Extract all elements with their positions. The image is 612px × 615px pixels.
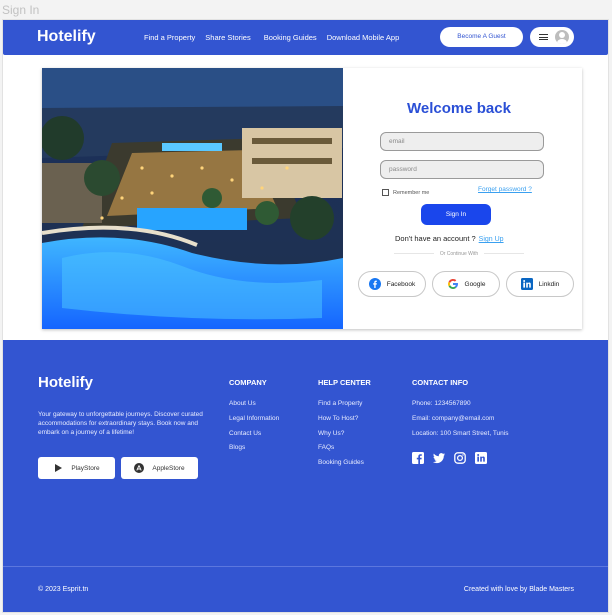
login-form: Welcome back email password Remember me …: [343, 68, 582, 329]
footer-logo[interactable]: Hotelify: [38, 374, 93, 391]
contact-info-heading: CONTACT INFO: [412, 378, 469, 387]
sign-in-button[interactable]: Sign In: [421, 204, 491, 225]
credit-text: Created with love by Blade Masters: [463, 586, 574, 593]
contact-location: Location: 100 Smart Street, Tunis: [412, 430, 509, 437]
nav-booking-guides[interactable]: Booking Guides: [264, 33, 317, 42]
password-field[interactable]: password: [380, 160, 544, 179]
remember-me[interactable]: Remember me: [382, 189, 429, 196]
page-shell: Hotelify Find a Property Share Stories B…: [2, 19, 609, 613]
company-heading: COMPANY: [229, 378, 267, 387]
footer-link-find-property[interactable]: Find a Property: [318, 400, 362, 407]
help-center-heading: HELP CENTER: [318, 378, 371, 387]
footer: Hotelify Your gateway to unforgettable j…: [3, 340, 608, 612]
remember-checkbox[interactable]: [382, 189, 389, 196]
linkedin-label: Linkdin: [538, 280, 560, 288]
footer-divider: [3, 566, 608, 567]
linkedin-icon[interactable]: [475, 451, 487, 464]
instagram-icon[interactable]: [454, 451, 466, 464]
facebook-icon: [368, 278, 381, 290]
top-navbar: Hotelify Find a Property Share Stories B…: [3, 20, 608, 55]
footer-social-icons: [412, 451, 496, 464]
footer-link-contact[interactable]: Contact Us: [229, 430, 261, 437]
forgot-password-link[interactable]: Forget password ?: [478, 186, 532, 193]
google-label: Google: [464, 280, 486, 288]
footer-tagline: Your gateway to unforgettable journeys. …: [38, 411, 203, 436]
google-login-button[interactable]: Google: [432, 271, 500, 297]
facebook-icon[interactable]: [412, 451, 424, 464]
footer-link-why-us[interactable]: Why Us?: [318, 430, 344, 437]
hamburger-icon: [539, 34, 548, 40]
nav-find-property[interactable]: Find a Property: [144, 33, 195, 42]
linkedin-icon: [520, 278, 533, 290]
footer-link-faqs[interactable]: FAQs: [318, 444, 334, 451]
become-guest-button[interactable]: Become A Guest: [440, 27, 523, 47]
play-store-label: PlayStore: [71, 464, 100, 472]
welcome-title: Welcome back: [407, 100, 511, 117]
brand-logo[interactable]: Hotelify: [37, 28, 96, 46]
app-store-label: AppleStore: [152, 464, 185, 472]
app-store-button[interactable]: AppleStore: [121, 457, 198, 479]
footer-link-booking-guides[interactable]: Booking Guides: [318, 459, 364, 466]
hotel-resort-photo: [42, 68, 343, 329]
user-menu-button[interactable]: [530, 27, 574, 47]
email-field[interactable]: email: [380, 132, 544, 151]
google-icon: [447, 278, 459, 290]
no-account-text: Don't have an account ?: [395, 234, 476, 243]
contact-email: Email: company@email.com: [412, 415, 495, 422]
copyright-text: © 2023 Esprit.tn: [38, 586, 89, 593]
continue-with-text: Or Continue With: [343, 251, 575, 257]
main-nav: Find a Property Share Stories Booking Gu…: [144, 33, 412, 42]
linkedin-login-button[interactable]: Linkdin: [506, 271, 574, 297]
frame-label: Sign In: [2, 3, 40, 17]
facebook-login-button[interactable]: Facebook: [358, 271, 426, 297]
footer-link-about[interactable]: About Us: [229, 400, 256, 407]
app-store-icon: [134, 463, 145, 473]
footer-link-legal[interactable]: Legal Information: [229, 415, 279, 422]
play-store-button[interactable]: PlayStore: [38, 457, 115, 479]
footer-link-how-to-host[interactable]: How To Host?: [318, 415, 358, 422]
facebook-label: Facebook: [386, 280, 416, 288]
remember-label: Remember me: [393, 189, 430, 196]
sign-up-link[interactable]: Sign Up: [479, 236, 504, 243]
play-store-icon: [53, 463, 63, 473]
no-account-row: Don't have an account ? Sign Up: [395, 234, 504, 243]
twitter-icon[interactable]: [433, 451, 445, 464]
login-card: Welcome back email password Remember me …: [42, 68, 582, 329]
footer-link-blogs[interactable]: Blogs: [229, 444, 245, 451]
contact-phone: Phone: 1234567890: [412, 400, 471, 407]
nav-download-app[interactable]: Download Mobile App: [327, 33, 400, 42]
avatar: [555, 30, 569, 44]
nav-share-stories[interactable]: Share Stories: [205, 33, 250, 42]
